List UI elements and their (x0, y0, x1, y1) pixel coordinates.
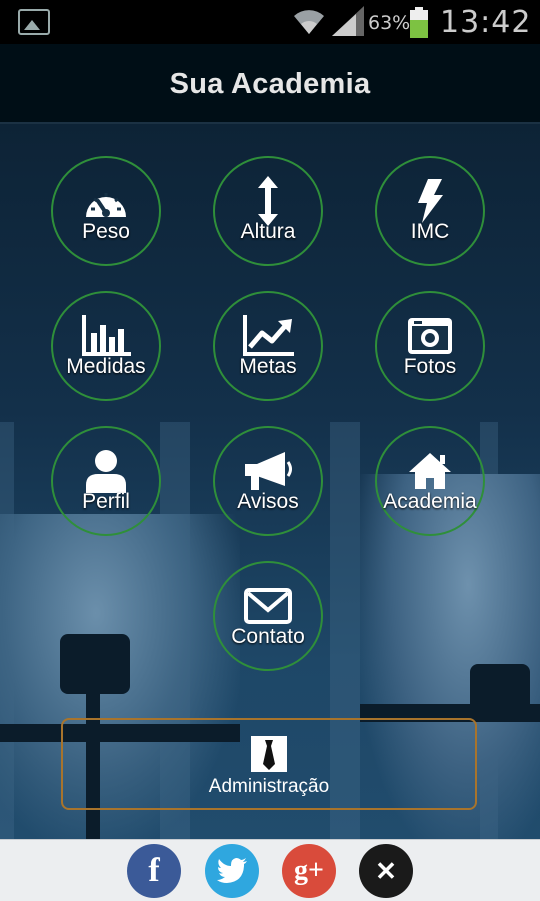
wifi-icon (294, 10, 324, 34)
avisos-label: Avisos (237, 490, 299, 513)
peso-label: Peso (82, 220, 130, 243)
camera-icon (408, 318, 452, 354)
bar-chart-icon (82, 315, 131, 356)
status-bar: 63% 13:42 (0, 0, 540, 44)
avisos-button[interactable]: Avisos (213, 426, 323, 536)
height-arrow-icon (258, 176, 278, 226)
close-icon: ✕ (375, 855, 397, 886)
facebook-icon: f (148, 852, 160, 889)
fotos-label: Fotos (403, 355, 457, 378)
administracao-label: Administração (208, 776, 330, 797)
metas-button[interactable]: Metas (213, 291, 323, 401)
peso-button[interactable]: Peso (51, 156, 161, 266)
battery-percent: 63% (368, 12, 411, 34)
tie-icon (251, 736, 287, 772)
envelope-icon (244, 588, 292, 624)
altura-button[interactable]: Altura (213, 156, 323, 266)
user-icon (86, 450, 126, 493)
fotos-button[interactable]: Fotos (375, 291, 485, 401)
battery-icon (410, 7, 428, 38)
medidas-label: Medidas (66, 355, 146, 378)
academia-button[interactable]: Academia (375, 426, 485, 536)
signal-icon (332, 6, 364, 36)
app-title: Sua Academia (169, 68, 371, 100)
speedometer-icon (86, 193, 126, 217)
administracao-button[interactable]: Administração (61, 718, 477, 810)
contato-label: Contato (231, 625, 305, 648)
share-bar: f g+ ✕ (0, 839, 540, 901)
perfil-label: Perfil (82, 490, 130, 513)
medidas-button[interactable]: Medidas (51, 291, 161, 401)
altura-label: Altura (240, 220, 296, 243)
imc-button[interactable]: IMC (375, 156, 485, 266)
close-share-button[interactable]: ✕ (359, 844, 413, 898)
metas-label: Metas (239, 355, 297, 378)
home-icon (409, 453, 451, 489)
perfil-button[interactable]: Perfil (51, 426, 161, 536)
lightning-icon (418, 179, 443, 223)
app-header: Sua Academia (0, 44, 540, 124)
trend-line-icon (243, 315, 294, 356)
twitter-share-button[interactable] (205, 844, 259, 898)
contato-button[interactable]: Contato (213, 561, 323, 671)
google-plus-icon: g+ (294, 855, 324, 886)
image-notification-icon (18, 9, 50, 35)
academia-label: Academia (383, 490, 477, 513)
google-plus-share-button[interactable]: g+ (282, 844, 336, 898)
imc-label: IMC (410, 220, 450, 243)
facebook-share-button[interactable]: f (127, 844, 181, 898)
clock: 13:42 (440, 5, 532, 40)
twitter-icon (205, 844, 259, 898)
megaphone-icon (245, 452, 292, 490)
